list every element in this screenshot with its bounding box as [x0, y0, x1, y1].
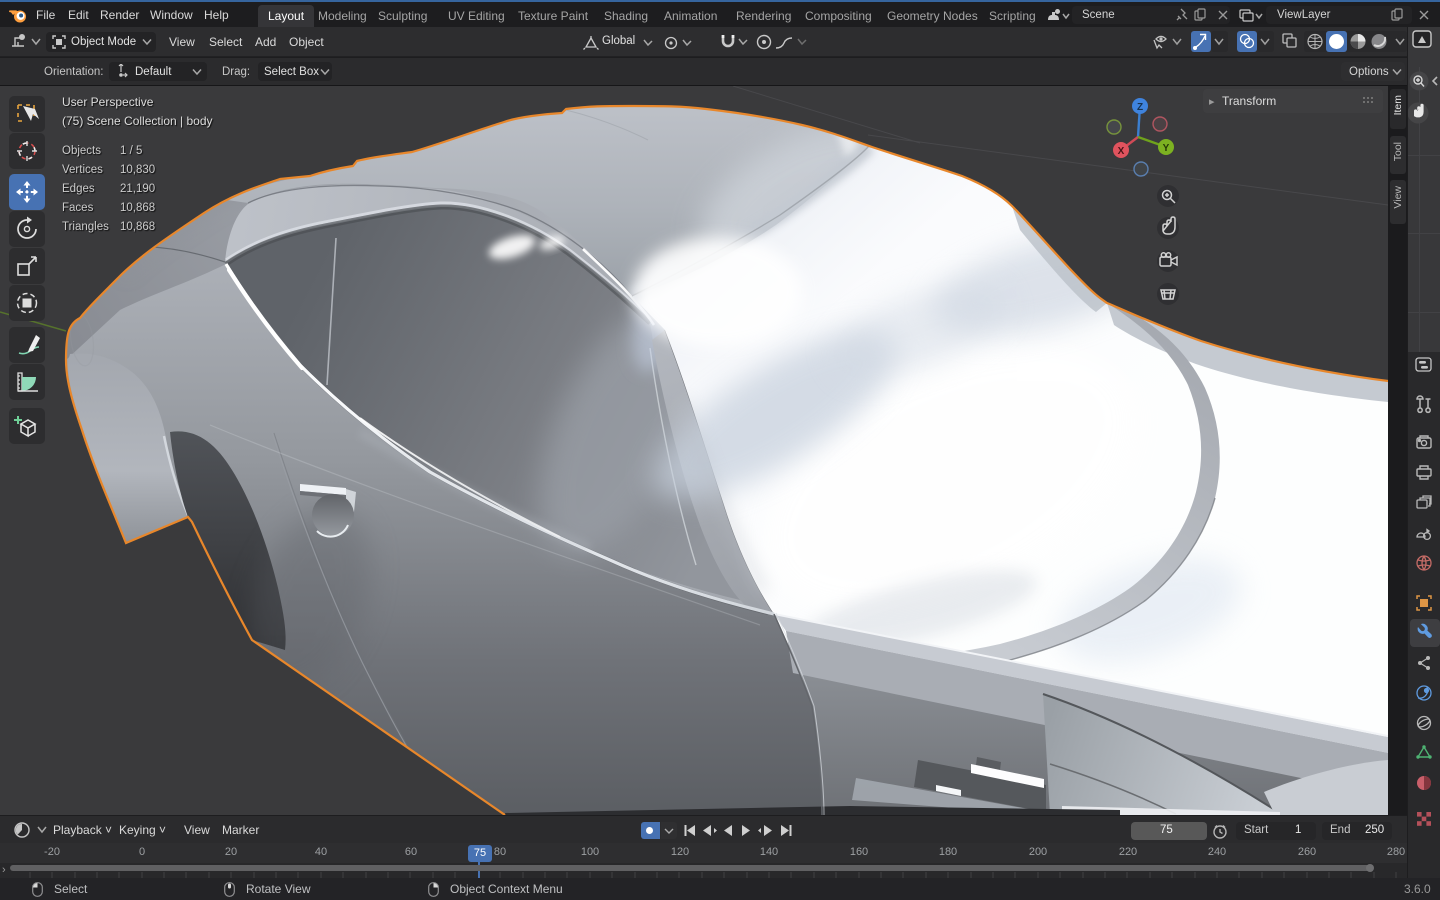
svg-text:Y: Y: [1163, 143, 1170, 154]
svg-text:Z: Z: [1137, 102, 1143, 113]
svg-text:X: X: [1118, 146, 1125, 157]
